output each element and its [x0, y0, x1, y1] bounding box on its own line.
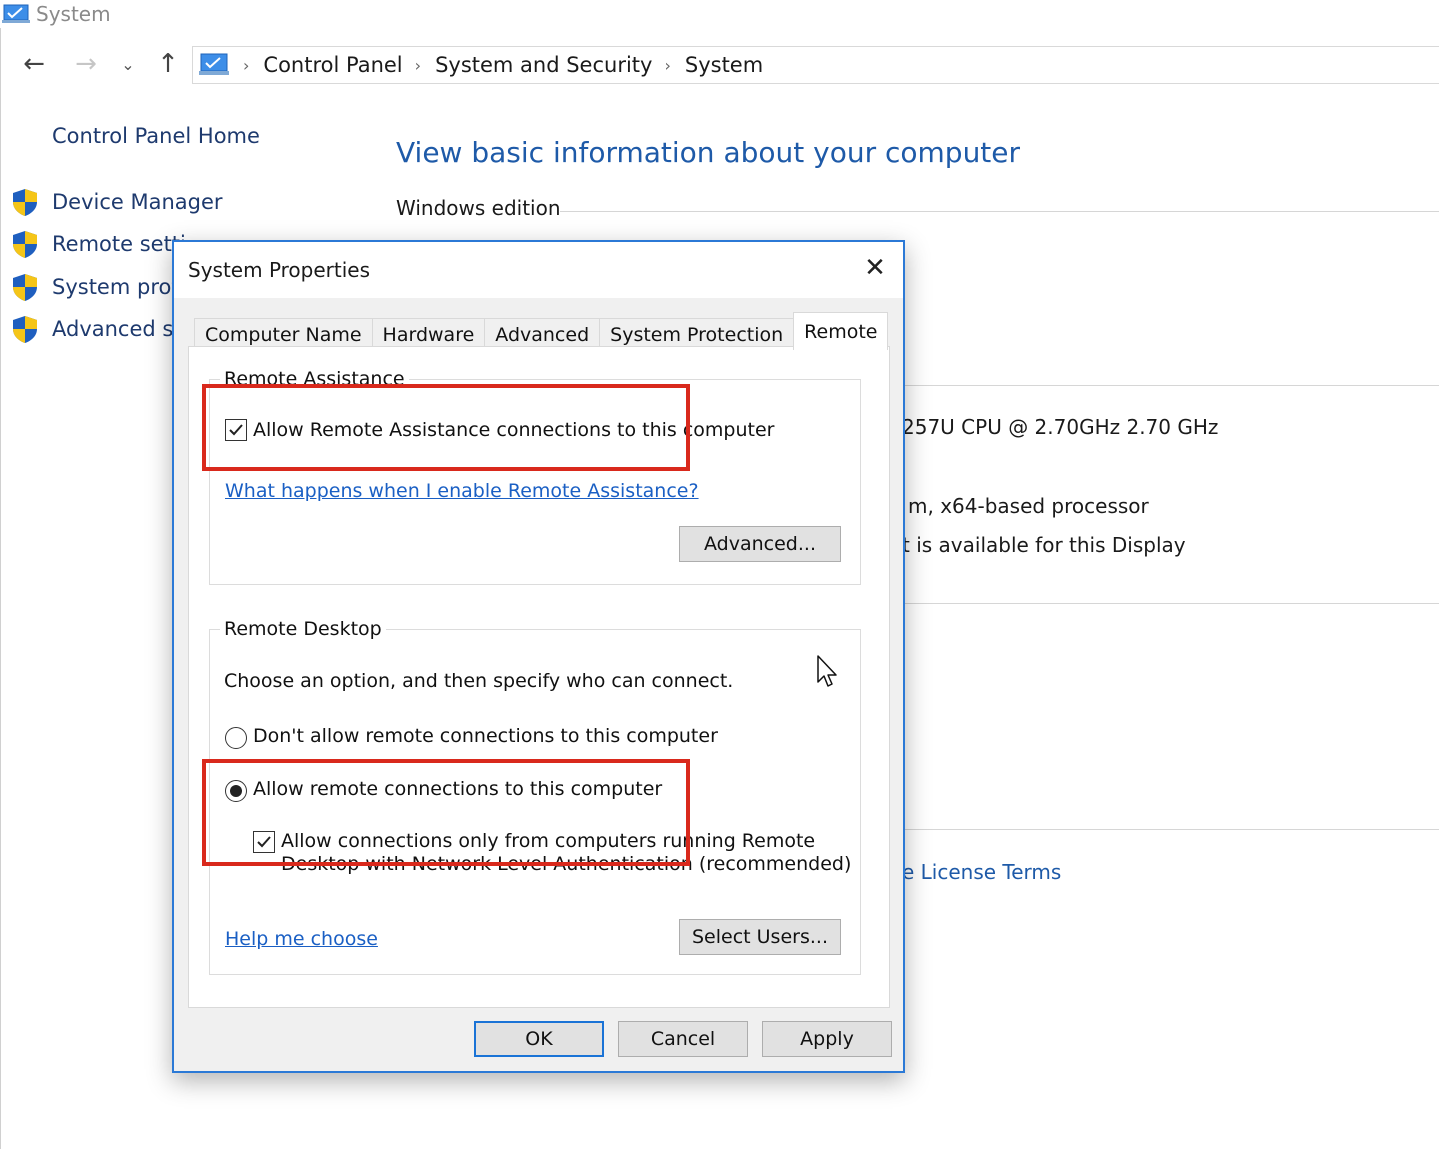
- sidebar-item-label: Remote setti: [52, 232, 186, 256]
- divider: [905, 829, 1439, 830]
- sidebar-item-advanced-system-settings[interactable]: Advanced sy: [10, 311, 186, 347]
- allow-remote-label[interactable]: Allow remote connections to this compute…: [253, 778, 662, 800]
- uac-shield-icon: [13, 189, 37, 216]
- apply-button[interactable]: Apply: [762, 1021, 892, 1057]
- checkmark-icon: [257, 836, 271, 848]
- divider: [560, 211, 1439, 212]
- advanced-button[interactable]: Advanced...: [679, 526, 841, 562]
- computer-icon: [199, 53, 229, 75]
- page-title: View basic information about your comput…: [396, 136, 1021, 169]
- dont-allow-remote-radio[interactable]: [225, 727, 247, 749]
- forward-arrow-icon[interactable]: →: [70, 48, 102, 80]
- remote-desktop-instruction: Choose an option, and then specify who c…: [224, 670, 734, 692]
- sidebar-item-label: Device Manager: [52, 190, 223, 214]
- mouse-pointer-icon: [817, 655, 837, 687]
- uac-shield-icon: [13, 316, 37, 343]
- system-properties-dialog: System Properties ✕ Computer Name Hardwa…: [172, 240, 905, 1073]
- radio-selected-dot: [230, 785, 242, 797]
- divider: [905, 603, 1439, 604]
- remote-desktop-legend: Remote Desktop: [220, 618, 386, 640]
- allow-remote-assistance-checkbox[interactable]: [225, 419, 247, 441]
- remote-assistance-help-link[interactable]: What happens when I enable Remote Assist…: [225, 480, 699, 502]
- pen-touch-value: t is available for this Display: [902, 533, 1186, 557]
- close-icon[interactable]: ✕: [857, 252, 893, 284]
- help-me-choose-link[interactable]: Help me choose: [225, 928, 378, 950]
- license-terms-link[interactable]: e License Terms: [902, 860, 1061, 884]
- chevron-right-icon[interactable]: ›: [664, 56, 670, 75]
- checkmark-icon: [229, 424, 243, 436]
- window-title-bar: System: [0, 0, 111, 28]
- recent-locations-chevron-icon[interactable]: ⌄: [116, 48, 140, 80]
- sidebar-item-remote-settings[interactable]: Remote setti: [10, 226, 186, 262]
- dialog-body: Computer Name Hardware Advanced System P…: [174, 298, 903, 1071]
- divider: [905, 385, 1439, 386]
- sidebar-item-device-manager[interactable]: Device Manager: [10, 184, 223, 220]
- computer-icon: [2, 4, 30, 23]
- nla-only-label-line1[interactable]: Allow connections only from computers ru…: [281, 830, 815, 852]
- sidebar-item-system-protection[interactable]: System prote: [10, 269, 193, 305]
- navigation-bar: ← → ⌄ ↑ › Control Panel › System and Sec…: [0, 40, 1439, 90]
- allow-remote-assistance-label[interactable]: Allow Remote Assistance connections to t…: [253, 419, 774, 441]
- nla-only-checkbox[interactable]: [253, 831, 275, 853]
- chevron-right-icon: ›: [243, 55, 250, 75]
- window-title: System: [36, 2, 111, 26]
- system-type-value: m, x64-based processor: [908, 494, 1149, 518]
- window-left-border: [0, 28, 1, 1149]
- nla-only-label-line2[interactable]: Desktop with Network Level Authenticatio…: [281, 853, 851, 875]
- sidebar-item-label: Advanced sy: [52, 317, 186, 341]
- control-panel-home-link[interactable]: Control Panel Home: [52, 124, 260, 148]
- processor-value: 257U CPU @ 2.70GHz 2.70 GHz: [902, 415, 1219, 439]
- tab-strip: Computer Name Hardware Advanced System P…: [194, 312, 889, 350]
- uac-shield-icon: [13, 274, 37, 301]
- breadcrumb-system-and-security[interactable]: System and Security: [435, 53, 652, 77]
- dialog-title: System Properties: [188, 258, 371, 282]
- breadcrumb-control-panel[interactable]: Control Panel: [263, 53, 402, 77]
- back-arrow-icon[interactable]: ←: [18, 48, 50, 80]
- ok-button[interactable]: OK: [474, 1021, 604, 1057]
- remote-tab-panel: Remote Assistance Allow Remote Assistanc…: [188, 346, 890, 1008]
- cancel-button[interactable]: Cancel: [618, 1021, 748, 1057]
- tab-remote[interactable]: Remote: [793, 312, 889, 350]
- select-users-button[interactable]: Select Users...: [679, 919, 841, 955]
- address-bar[interactable]: › Control Panel › System and Security › …: [192, 46, 1439, 84]
- up-arrow-icon[interactable]: ↑: [152, 48, 184, 80]
- dont-allow-remote-label[interactable]: Don't allow remote connections to this c…: [253, 725, 718, 747]
- section-windows-edition: Windows edition: [396, 196, 561, 220]
- chevron-right-icon[interactable]: ›: [415, 56, 421, 75]
- breadcrumb-system[interactable]: System: [685, 53, 763, 77]
- uac-shield-icon: [13, 231, 37, 258]
- remote-assistance-legend: Remote Assistance: [220, 368, 409, 390]
- allow-remote-radio[interactable]: [225, 780, 247, 802]
